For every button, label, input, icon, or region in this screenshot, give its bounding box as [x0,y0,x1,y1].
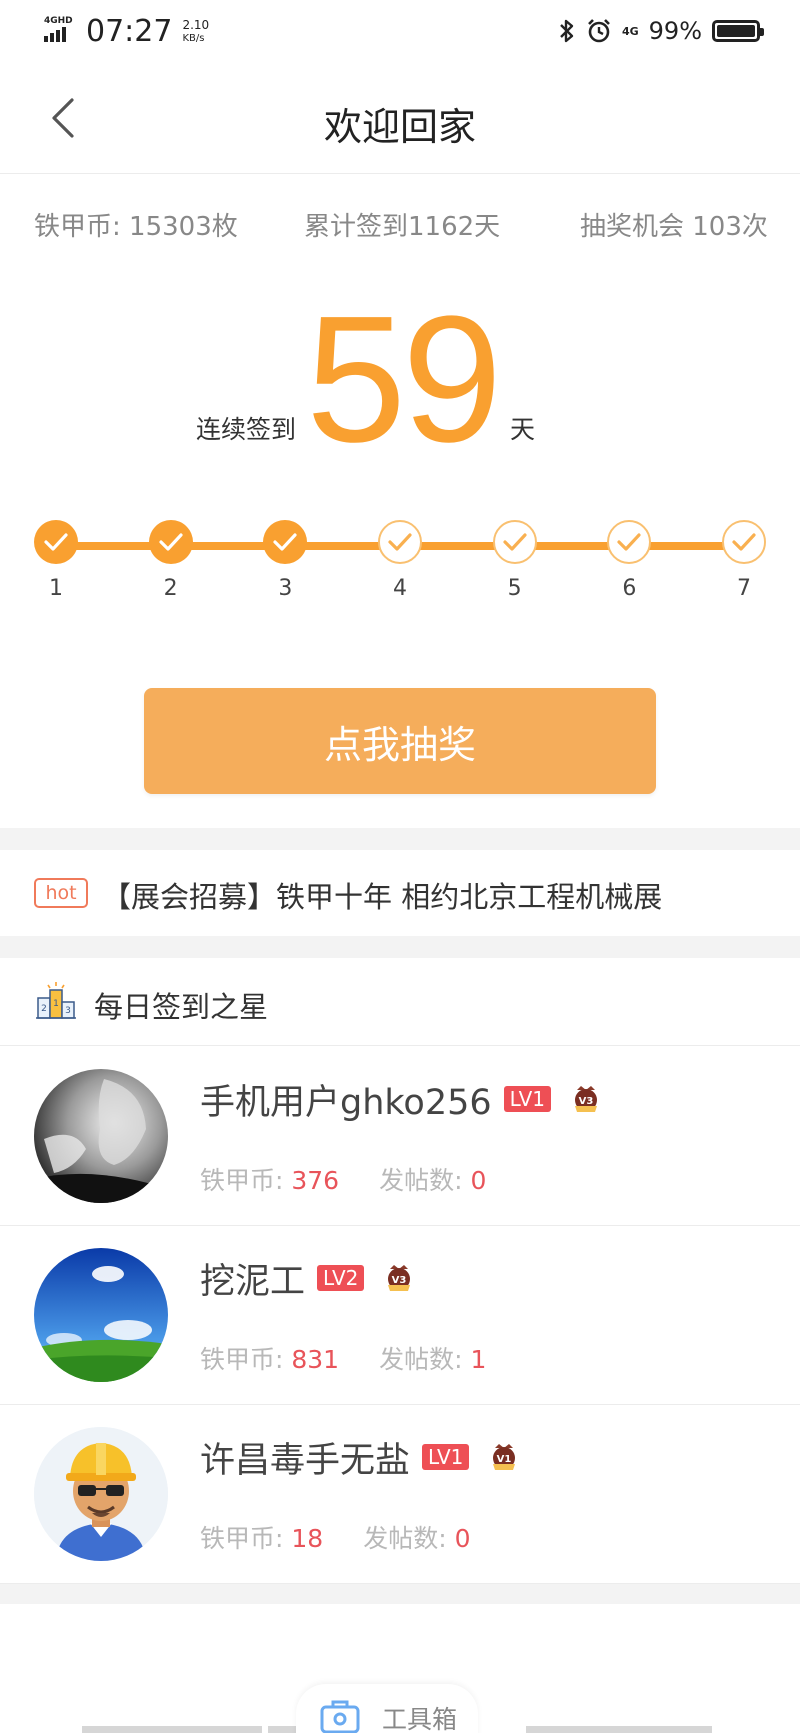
checkin-day-5-icon [492,520,537,564]
total-checkin: 累计签到1162天 [304,212,501,242]
draw-lottery-button[interactable]: 点我抽奖 [144,688,656,794]
coins-value: 831 [291,1345,340,1374]
vip-level: V3 [392,1275,407,1286]
posts-value: 0 [454,1524,471,1553]
level-badge: LV2 [317,1265,365,1291]
toolbox-label: 工具箱 [382,1705,458,1733]
checkin-day-label: 2 [163,576,178,601]
vip-badge-icon: V1 [493,1444,516,1470]
checkin-day-label: 6 [622,576,637,601]
signal-icon: 4GHD [44,14,78,46]
user-name-row: 手机用户ghko256 LV1 V3 [200,1075,603,1123]
posts-value: 0 [470,1166,487,1195]
avatar[interactable] [34,1069,168,1203]
avatar[interactable] [34,1248,168,1382]
toolbox-button[interactable]: 工具箱 [296,1684,478,1733]
user-name-row: 挖泥工 LV2 V3 [200,1254,416,1302]
level-badge: LV1 [503,1086,551,1112]
coins-value: 376 [291,1166,340,1195]
speed-unit: KB/s [182,33,205,44]
streak-days: 59 [306,279,502,480]
status-left: 4GHD 07:27 2.10 KB/s [44,14,209,50]
hot-news-bar[interactable]: hot 【展会招募】铁甲十年 相约北京工程机械展 [0,850,800,936]
user-name[interactable]: 挖泥工 [200,1253,305,1304]
checkin-day-3-icon [263,520,308,564]
status-bar: 4GHD 07:27 2.10 KB/s 4G 99% [0,0,800,62]
vip-badge-icon: V3 [388,1265,411,1291]
checkin-day-6-icon [607,520,652,564]
user-stats: 铁甲币: 18 发帖数: 0 [200,1519,470,1555]
page-title: 欢迎回家 [323,105,476,149]
checkin-day-2-icon [148,520,193,564]
user-row[interactable]: 许昌毒手无盐 LV1 V1 铁甲币: 18 发帖数: 0 [0,1405,800,1584]
battery-percent: 99% [648,17,702,45]
checkin-day-label: 7 [737,576,751,601]
vip-level: V3 [579,1096,594,1107]
checkin-day-1-icon [34,520,78,564]
checkin-day-7-icon [722,520,766,564]
svg-text:3: 3 [65,1006,71,1016]
checkin-day-label: 1 [49,576,63,601]
alarm-icon [588,19,610,43]
coins-label: 铁甲币: [200,1345,292,1374]
toolbox-icon [320,1700,360,1733]
checkin-day-label: 3 [278,576,293,601]
user-name-row: 许昌毒手无盐 LV1 V1 [200,1433,521,1481]
checkin-day-4-icon [378,520,422,564]
user-row[interactable]: 手机用户ghko256 LV1 V3 铁甲币: 376 发帖数: 0 [0,1047,800,1226]
network-4g-icon: 4G [621,24,639,38]
streak-suffix: 天 [510,415,536,444]
posts-value: 1 [470,1345,487,1374]
posts-label: 发帖数: [379,1166,471,1195]
user-row[interactable]: 挖泥工 LV2 V3 铁甲币: 831 发帖数: 1 [0,1226,800,1405]
posts-label: 发帖数: [379,1345,471,1374]
bluetooth-icon [560,19,574,43]
stats-row: 铁甲币: 15303枚 累计签到1162天 抽奖机会 103次 [0,206,800,246]
divider [0,828,800,850]
svg-text:1: 1 [53,999,59,1009]
streak-prefix: 连续签到 [196,415,297,444]
nav-bar: 欢迎回家 [0,62,800,174]
checkin-progress: 1 2 3 4 5 6 7 [34,520,766,601]
section-header: 2 1 3 每日签到之星 [0,958,800,1046]
vip-badge-icon: V3 [575,1086,597,1112]
status-time: 07:27 [86,14,173,49]
user-stats: 铁甲币: 376 发帖数: 0 [200,1161,486,1197]
user-name[interactable]: 手机用户ghko256 [200,1074,492,1125]
battery-icon [712,20,764,42]
hot-news-text[interactable]: 【展会招募】铁甲十年 相约北京工程机械展 [102,874,662,916]
section-title: 每日签到之星 [94,990,269,1024]
streak-display: 连续签到 59 天 [0,279,800,480]
podium-icon: 2 1 3 [36,982,76,1019]
avatar[interactable] [34,1427,168,1561]
hot-badge: hot [34,878,88,908]
status-right: 4G 99% [558,14,764,48]
coins-label: 铁甲币: [200,1524,292,1553]
level-badge: LV1 [422,1444,470,1470]
user-name[interactable]: 许昌毒手无盐 [200,1432,410,1483]
lottery-chances: 抽奖机会 103次 [580,212,768,242]
network-speed: 2.10 KB/s [182,18,209,46]
coin-balance: 铁甲币: 15303枚 [34,212,238,242]
coins-label: 铁甲币: [200,1166,292,1195]
speed-value: 2.10 [182,18,210,32]
divider [0,936,800,958]
divider [0,1584,800,1604]
checkin-day-label: 4 [393,576,407,601]
posts-label: 发帖数: [363,1524,455,1553]
network-type: 4GHD [44,16,73,26]
svg-text:2: 2 [41,1004,47,1014]
checkin-day-label: 5 [507,576,522,601]
user-stats: 铁甲币: 831 发帖数: 1 [200,1340,486,1376]
vip-level: V1 [497,1454,512,1465]
coins-value: 18 [291,1524,324,1553]
